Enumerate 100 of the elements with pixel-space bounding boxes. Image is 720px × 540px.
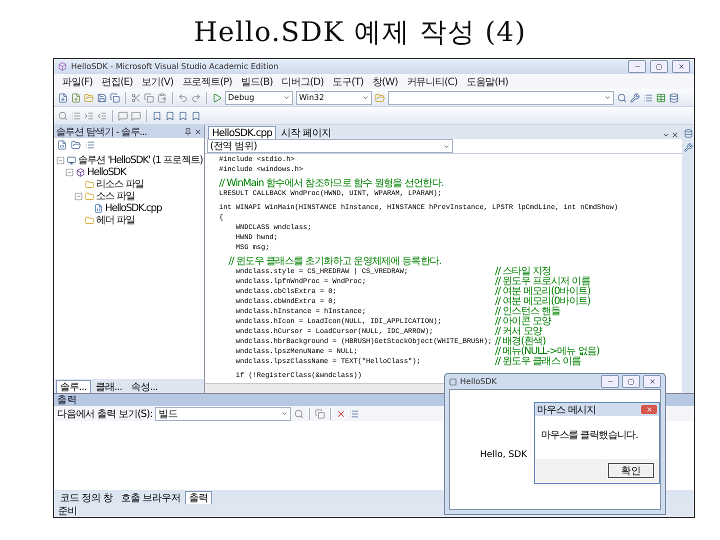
panel-title: 출력	[57, 394, 77, 407]
project-icon	[76, 168, 85, 176]
search-icon[interactable]	[58, 110, 68, 120]
code-comment: // 아이콘 모양	[495, 317, 551, 327]
search-icon[interactable]	[617, 92, 627, 102]
menu-item[interactable]: 파일(F)	[62, 74, 93, 88]
menu-item[interactable]: 디버그(D)	[282, 74, 324, 88]
menu-item[interactable]: 편집(E)	[102, 74, 133, 88]
save-all-icon[interactable]	[110, 92, 120, 102]
server-icon[interactable]	[684, 129, 692, 138]
wrench-icon[interactable]	[630, 92, 640, 102]
maximize-icon	[656, 64, 662, 70]
tree-item[interactable]: 소스 파일	[96, 189, 135, 203]
output-label: 다음에서 출력 보기(S):	[57, 408, 152, 420]
ok-button[interactable]: 확인	[608, 463, 654, 478]
code-comment: // 윈도우 클래스 이름	[495, 357, 581, 367]
collapse-icon[interactable]	[74, 192, 83, 200]
word-wrap-icon[interactable]	[349, 408, 360, 418]
minimize-icon	[606, 378, 614, 385]
clear-icon[interactable]	[336, 408, 346, 418]
copy-icon[interactable]	[144, 92, 154, 102]
outdent-icon[interactable]	[97, 110, 107, 120]
file-icon	[94, 204, 103, 212]
indent-icon[interactable]	[84, 110, 94, 120]
caret-icon	[283, 94, 290, 101]
close-button[interactable]	[641, 405, 657, 414]
scissors-icon[interactable]	[131, 92, 141, 102]
output-source-dropdown[interactable]: 빌드	[155, 406, 292, 420]
menu-item[interactable]: 도구(T)	[332, 74, 364, 88]
database-icon[interactable]	[669, 92, 679, 102]
code-comment: // 여분 메모리(0바이트)	[495, 287, 590, 297]
add-item-icon[interactable]	[71, 92, 81, 102]
tree-item[interactable]: 솔루션 'HelloSDK' (1 프로젝트)	[78, 153, 202, 167]
table-icon[interactable]	[656, 92, 666, 102]
caret-icon	[604, 94, 611, 101]
close-icon[interactable]	[194, 128, 202, 136]
tree-item[interactable]: HelloSDK	[87, 166, 126, 178]
find-field[interactable]	[388, 90, 614, 104]
new-file-icon[interactable]	[58, 92, 68, 102]
menu-item[interactable]: 커뮤니티(C)	[406, 74, 458, 88]
paste-icon[interactable]	[157, 92, 167, 102]
folder-icon	[85, 192, 94, 200]
find-icon[interactable]	[294, 408, 304, 418]
next-bookmark-icon[interactable]	[165, 110, 175, 120]
folder-icon	[85, 180, 94, 188]
window-title: HelloSDK	[460, 377, 498, 386]
panel-tab[interactable]: 솔루...	[56, 380, 91, 393]
tab-list-icon[interactable]	[662, 131, 670, 139]
caret-icon	[362, 94, 369, 101]
tree-item[interactable]: HelloSDK.cpp	[105, 202, 162, 214]
collapse-icon[interactable]	[65, 168, 74, 176]
close-icon[interactable]	[671, 131, 679, 139]
caret-icon	[281, 410, 288, 417]
properties-icon[interactable]	[57, 140, 67, 150]
find-folder-icon[interactable]	[375, 92, 385, 102]
list-icon[interactable]	[71, 110, 81, 120]
undo-icon[interactable]	[178, 92, 188, 102]
code-comment: // 인스턴스 핸들	[495, 307, 560, 317]
play-icon[interactable]	[212, 92, 222, 102]
copy-icon[interactable]	[315, 408, 326, 418]
code-comment: // 여분 메모리(0바이트)	[495, 297, 590, 307]
scope-dropdown[interactable]: (전역 범위)	[207, 139, 453, 153]
code-comment: // 윈도우 클래스를 초기화하고 운영체제에 등록한다.	[228, 257, 442, 267]
clear-bookmark-icon[interactable]	[191, 110, 201, 120]
view-code-icon[interactable]	[85, 140, 95, 150]
comment-icon[interactable]	[118, 110, 128, 120]
menu-item[interactable]: 보기(V)	[142, 74, 174, 88]
menu-item[interactable]: 도움말(H)	[466, 74, 508, 88]
redo-icon[interactable]	[191, 92, 201, 102]
menu-item[interactable]: 창(W)	[372, 74, 398, 88]
folder-icon	[85, 216, 94, 224]
open-folder-icon[interactable]	[84, 92, 94, 102]
dialog-message: 마우스를 클릭했습니다.	[541, 430, 638, 441]
configuration-dropdown[interactable]: Debug	[225, 90, 293, 104]
maximize-button[interactable]	[650, 60, 668, 73]
code-comment: // 배경(흰색)	[495, 337, 546, 347]
maximize-button[interactable]	[622, 375, 640, 388]
collapse-icon[interactable]	[56, 156, 65, 164]
show-all-icon[interactable]	[71, 140, 81, 150]
menu-item[interactable]: 프로젝트(P)	[182, 74, 232, 88]
close-icon	[646, 406, 652, 413]
slide-title: Hello.SDK 예제 작성 (4)	[192, 16, 528, 50]
list-icon[interactable]	[643, 92, 653, 102]
save-icon[interactable]	[97, 92, 107, 102]
tree-item[interactable]: 헤더 파일	[96, 213, 135, 227]
editor-tab[interactable]: HelloSDK.cpp	[208, 126, 276, 139]
toolbox-icon[interactable]	[684, 143, 692, 152]
bookmark-icon[interactable]	[152, 110, 162, 120]
prev-bookmark-icon[interactable]	[178, 110, 188, 120]
bottom-tab[interactable]: 출력	[185, 491, 212, 504]
pin-icon[interactable]	[184, 128, 192, 136]
dialog-title: 마우스 메시지	[537, 404, 596, 416]
hello-text: Hello, SDK	[480, 450, 528, 460]
tree-item[interactable]: 리소스 파일	[96, 177, 144, 191]
platform-dropdown[interactable]: Win32	[296, 90, 372, 104]
uncomment-icon[interactable]	[131, 110, 141, 120]
menu-item[interactable]: 빌드(B)	[240, 74, 273, 88]
window-title: HelloSDK - Microsoft Visual Studio Academic Edition	[71, 62, 280, 71]
code-comment: // 윈도우 프로시저 이름	[495, 277, 590, 287]
code-comment: // WinMain 함수에서 참조하므로 함수 원형을 선언한다.	[219, 179, 444, 189]
